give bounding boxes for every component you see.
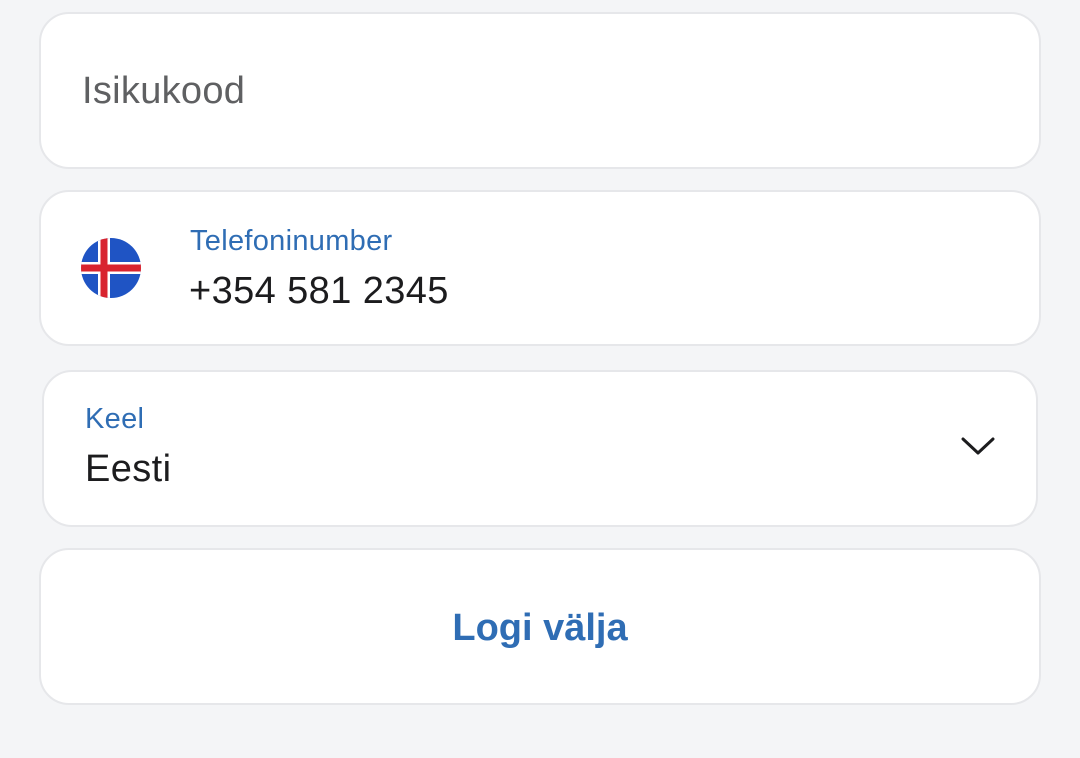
language-selected-value[interactable]: Eesti (85, 446, 171, 492)
language-label: Keel (85, 403, 145, 435)
national-id-placeholder: Isikukood (82, 70, 246, 112)
chevron-down-icon[interactable] (961, 436, 995, 456)
phone-number-value[interactable]: +354 581 2345 (189, 268, 449, 314)
logout-button[interactable]: Logi välja (39, 548, 1041, 705)
iceland-flag-icon[interactable] (81, 238, 141, 298)
national-id-field[interactable]: Isikukood (39, 12, 1041, 169)
phone-number-field[interactable]: Telefoninumber +354 581 2345 (39, 190, 1041, 346)
language-select[interactable]: Keel Eesti (42, 370, 1038, 527)
logout-button-label: Logi välja (452, 607, 628, 649)
phone-number-label: Telefoninumber (190, 225, 393, 257)
